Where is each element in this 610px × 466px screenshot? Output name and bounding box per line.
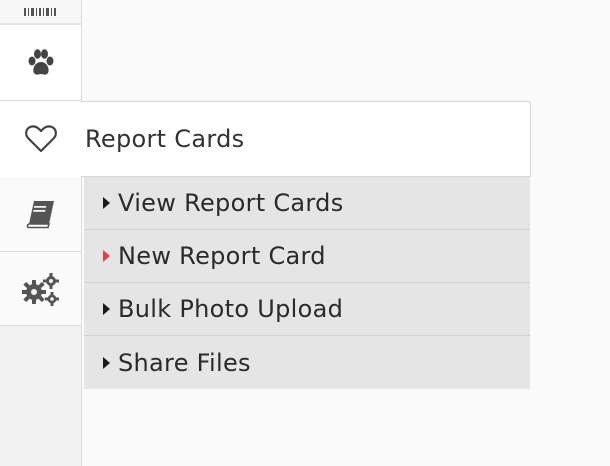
caret-right-icon [103, 197, 110, 209]
gears-icon [21, 272, 60, 306]
sidebar-rail [0, 0, 82, 466]
caret-right-icon [103, 356, 110, 369]
submenu-item-label: Share Files [118, 348, 251, 377]
submenu-item-label: View Report Cards [118, 189, 344, 217]
sidebar-item-settings[interactable] [0, 252, 81, 326]
report-cards-submenu: View Report Cards New Report Card Bulk P… [84, 177, 530, 389]
submenu-item-view-report-cards[interactable]: View Report Cards [84, 177, 530, 230]
caret-right-icon [103, 250, 110, 262]
caret-right-icon [103, 303, 110, 315]
barcode-icon [23, 7, 58, 16]
submenu-item-label: New Report Card [118, 242, 326, 270]
report-cards-header[interactable]: Report Cards [81, 101, 531, 177]
heart-icon [24, 124, 58, 154]
sidebar-item-pets[interactable] [0, 24, 81, 101]
submenu-item-new-report-card[interactable]: New Report Card [84, 230, 530, 283]
paw-icon [25, 47, 57, 79]
submenu-item-share-files[interactable]: Share Files [84, 336, 530, 389]
book-icon [25, 198, 57, 230]
submenu-item-bulk-photo-upload[interactable]: Bulk Photo Upload [84, 283, 530, 336]
panel-title: Report Cards [85, 125, 245, 153]
submenu-item-label: Bulk Photo Upload [118, 295, 344, 323]
sidebar-item-barcode[interactable] [0, 0, 81, 24]
sidebar-item-report-cards[interactable] [0, 101, 81, 177]
sidebar-item-journal[interactable] [0, 177, 81, 252]
